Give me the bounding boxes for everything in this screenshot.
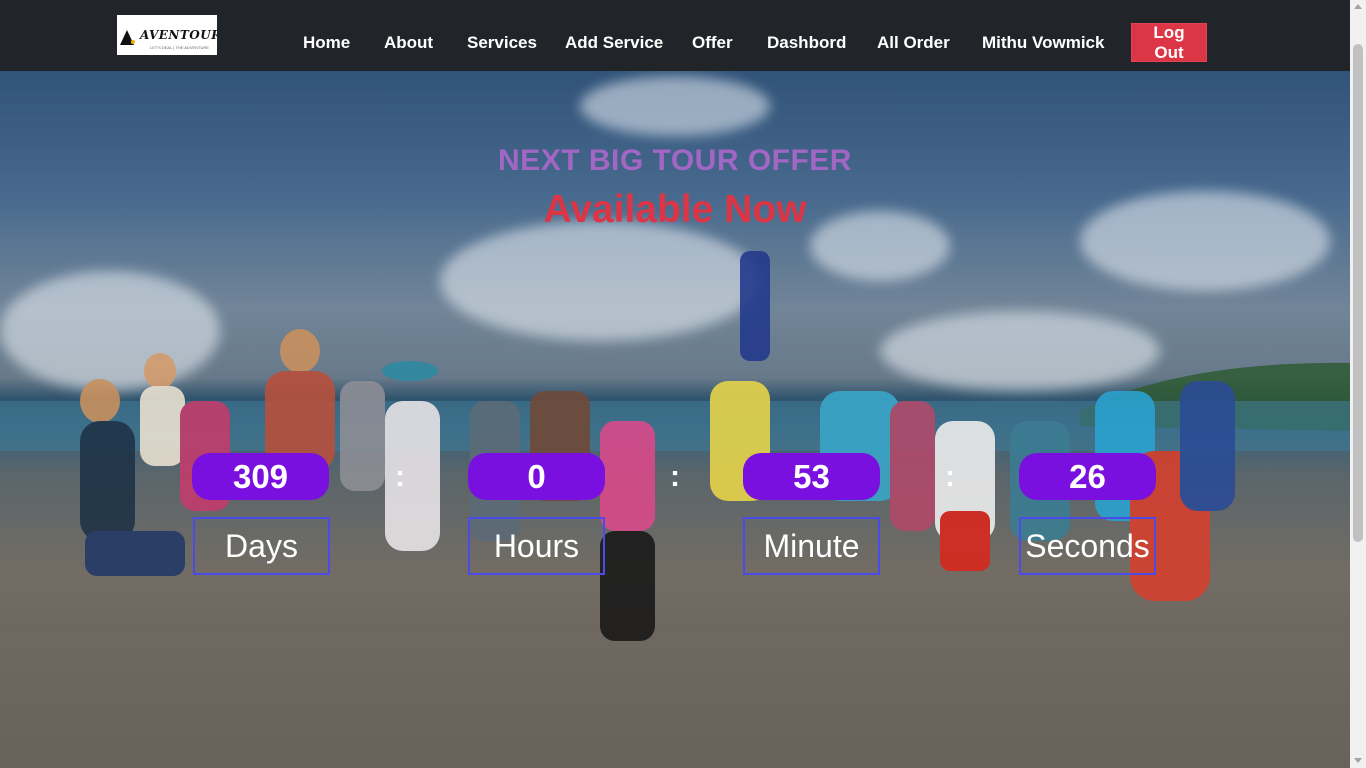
countdown-minutes-value: 53: [743, 453, 880, 500]
countdown-minutes-label: Minute: [743, 517, 880, 575]
nav-home[interactable]: Home: [303, 33, 350, 53]
offer-subheading: Available Now: [543, 188, 807, 231]
nav-offer[interactable]: Offer: [692, 33, 733, 53]
countdown-hours-value: 0: [468, 453, 605, 500]
nav-services[interactable]: Services: [467, 33, 537, 53]
page-scrollbar[interactable]: [1350, 0, 1366, 768]
scroll-down-arrow-icon[interactable]: [1354, 758, 1362, 763]
countdown-hours-label: Hours: [468, 517, 605, 575]
logout-button[interactable]: Log Out: [1131, 23, 1207, 62]
nav-add-service[interactable]: Add Service: [565, 33, 663, 53]
countdown-seconds-label: Seconds: [1019, 517, 1156, 575]
nav-all-order[interactable]: All Order: [877, 33, 950, 53]
nav-about[interactable]: About: [384, 33, 433, 53]
offer-heading: NEXT BIG TOUR OFFER: [498, 144, 852, 177]
navbar: AVENTOURA LET'S DEAL | THE ADVENTURE Hom…: [0, 0, 1350, 71]
countdown-separator: :: [395, 460, 405, 493]
scrollbar-thumb[interactable]: [1353, 44, 1363, 542]
countdown-separator: :: [670, 460, 680, 493]
countdown-days-label: Days: [193, 517, 330, 575]
offer-hero: NEXT BIG TOUR OFFER Available Now 309 : …: [0, 71, 1350, 768]
countdown-seconds-value: 26: [1019, 453, 1156, 500]
nav-user-name[interactable]: Mithu Vowmick: [982, 33, 1104, 53]
scroll-up-arrow-icon[interactable]: [1354, 4, 1362, 9]
countdown-days-value: 309: [192, 453, 329, 500]
nav-dashboard[interactable]: Dashbord: [767, 33, 846, 53]
countdown-separator: :: [945, 460, 955, 493]
